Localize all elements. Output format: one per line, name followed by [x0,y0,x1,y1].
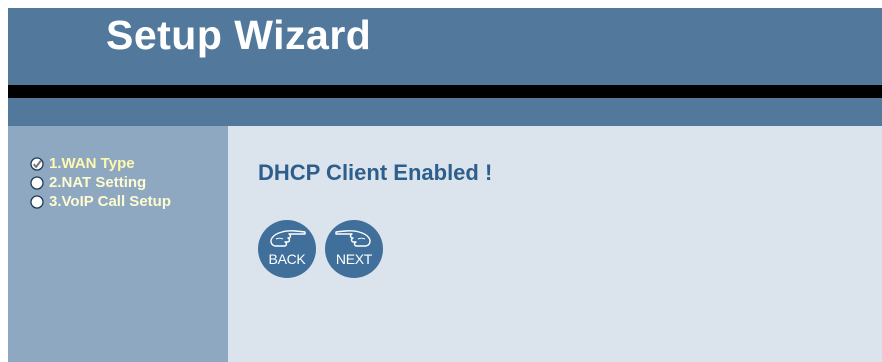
next-button-label: NEXT [335,251,373,267]
radio-checked-icon [30,156,44,171]
step-label: 3.VoIP Call Setup [49,193,171,210]
radio-empty-icon [30,175,44,190]
step-nat-setting: 2.NAT Setting [30,173,171,192]
radio-empty-icon [30,194,44,209]
next-button[interactable]: NEXT [325,220,383,278]
pointing-hand-icon [270,230,306,247]
step-label: 2.NAT Setting [49,174,147,191]
content-panel: DHCP Client Enabled ! BACK NEXT [228,126,882,362]
header-divider [8,85,882,98]
setup-wizard-window: Setup Wizard 1.WAN Type 2.NAT Setting 3.… [8,8,882,362]
header-subbar [8,98,882,126]
page-title: Setup Wizard [106,12,372,58]
pointing-hand-icon [335,230,371,247]
sidebar: 1.WAN Type 2.NAT Setting 3.VoIP Call Set… [8,126,228,362]
wizard-steps: 1.WAN Type 2.NAT Setting 3.VoIP Call Set… [30,154,171,211]
status-message: DHCP Client Enabled ! [258,160,493,185]
back-button[interactable]: BACK [258,220,316,278]
step-label: 1.WAN Type [49,155,135,172]
step-voip-call-setup: 3.VoIP Call Setup [30,192,171,211]
step-wan-type: 1.WAN Type [30,154,171,173]
header: Setup Wizard [8,8,882,85]
back-button-label: BACK [268,251,306,267]
